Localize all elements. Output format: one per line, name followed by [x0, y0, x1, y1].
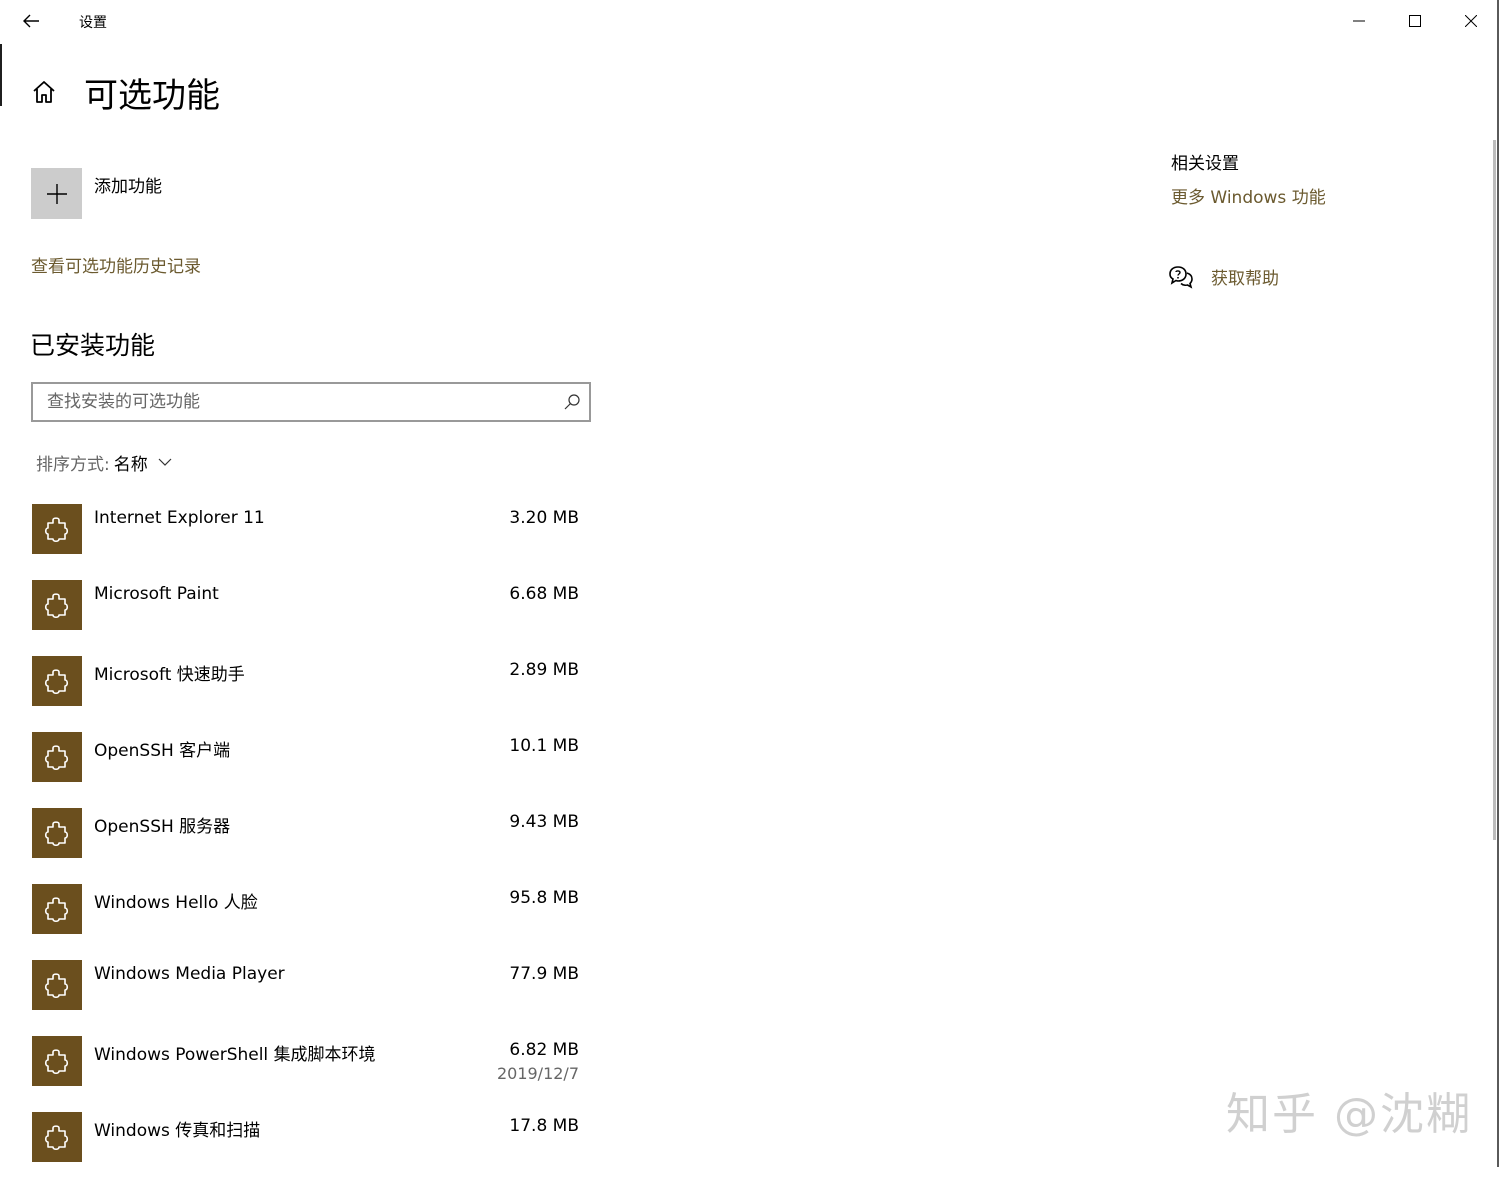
page-title: 可选功能 [84, 76, 220, 116]
feature-tile [32, 884, 82, 934]
feature-list-item[interactable]: Microsoft Paint 6.68 MB [31, 580, 591, 656]
puzzle-piece-icon [44, 517, 69, 543]
view-history-link[interactable]: 查看可选功能历史记录 [31, 252, 201, 277]
close-icon [1465, 15, 1477, 27]
search-input[interactable] [33, 384, 553, 420]
feature-size: 6.68 MB [509, 584, 579, 604]
feature-name: OpenSSH 客户端 [94, 741, 231, 761]
home-button[interactable] [30, 78, 58, 106]
feature-size: 10.1 MB [509, 736, 579, 756]
window-edge-divider [0, 44, 2, 106]
scrollbar[interactable] [1493, 140, 1496, 840]
get-help-label: 获取帮助 [1211, 269, 1279, 289]
maximize-icon [1409, 15, 1421, 27]
feature-list-item[interactable]: Microsoft 快速助手 2.89 MB [31, 656, 591, 732]
add-feature-button[interactable] [31, 168, 82, 219]
chevron-down-icon [158, 458, 172, 466]
feature-name: Windows Hello 人脸 [94, 893, 258, 913]
feature-tile [32, 808, 82, 858]
feature-list-item[interactable]: OpenSSH 客户端 10.1 MB [31, 732, 591, 808]
feature-name: Internet Explorer 11 [94, 508, 265, 528]
close-button[interactable] [1443, 0, 1499, 42]
feature-list-item[interactable]: Internet Explorer 11 3.20 MB [31, 504, 591, 580]
feature-tile [32, 960, 82, 1010]
feature-tile [32, 656, 82, 706]
puzzle-piece-icon [44, 1049, 69, 1075]
sort-value: 名称 [113, 455, 148, 475]
feature-name: Windows PowerShell 集成脚本环境 [94, 1045, 376, 1065]
window-title: 设置 [79, 15, 107, 31]
related-settings-heading: 相关设置 [1171, 154, 1239, 174]
feature-list-item[interactable]: OpenSSH 服务器 9.43 MB [31, 808, 591, 884]
title-bar: 设置 [0, 0, 1501, 44]
feature-size: 9.43 MB [509, 812, 579, 832]
puzzle-piece-icon [44, 897, 69, 923]
puzzle-piece-icon [44, 745, 69, 771]
puzzle-piece-icon [44, 593, 69, 619]
back-arrow-icon [23, 14, 39, 28]
plus-icon [46, 183, 67, 204]
feature-list-item[interactable]: Windows 传真和扫描 17.8 MB [31, 1112, 591, 1188]
feature-tile [32, 732, 82, 782]
feature-tile [32, 504, 82, 554]
minimize-icon [1353, 20, 1365, 22]
feature-list-item[interactable]: Windows Media Player 77.9 MB [31, 960, 591, 1036]
sort-dropdown[interactable]: 排序方式: 名称 [36, 450, 172, 475]
feature-name: Microsoft 快速助手 [94, 665, 245, 685]
help-chat-icon [1169, 265, 1193, 289]
installed-features-heading: 已安装功能 [30, 331, 156, 360]
installed-features-list: Internet Explorer 11 3.20 MB Microsoft P… [31, 504, 591, 1188]
minimize-button[interactable] [1331, 0, 1387, 42]
feature-name: Microsoft Paint [94, 584, 219, 604]
back-button[interactable] [14, 6, 48, 36]
puzzle-piece-icon [44, 821, 69, 847]
puzzle-piece-icon [44, 669, 69, 695]
window-right-border [1497, 0, 1499, 1167]
feature-date: 2019/12/7 [496, 1064, 579, 1083]
get-help-link[interactable]: 获取帮助 [1169, 264, 1279, 289]
feature-tile [32, 1036, 82, 1086]
feature-size: 77.9 MB [509, 964, 579, 984]
puzzle-piece-icon [44, 973, 69, 999]
feature-tile [32, 580, 82, 630]
search-box [31, 382, 591, 422]
feature-size: 6.82 MB [509, 1040, 579, 1060]
feature-name: Windows 传真和扫描 [94, 1121, 261, 1141]
more-windows-features-link[interactable]: 更多 Windows 功能 [1171, 183, 1326, 208]
feature-size: 3.20 MB [509, 508, 579, 528]
home-icon [33, 81, 55, 103]
puzzle-piece-icon [44, 1125, 69, 1151]
watermark: 知乎 @沈糊 [1226, 1089, 1472, 1140]
maximize-button[interactable] [1387, 0, 1443, 42]
feature-size: 17.8 MB [509, 1116, 579, 1136]
sort-label: 排序方式: [36, 455, 110, 475]
feature-size: 95.8 MB [509, 888, 579, 908]
feature-list-item[interactable]: Windows Hello 人脸 95.8 MB [31, 884, 591, 960]
feature-list-item[interactable]: Windows PowerShell 集成脚本环境 6.82 MB 2019/1… [31, 1036, 591, 1112]
feature-tile [32, 1112, 82, 1162]
feature-size: 2.89 MB [509, 660, 579, 680]
add-feature-label[interactable]: 添加功能 [94, 172, 162, 197]
feature-name: Windows Media Player [94, 964, 285, 984]
search-icon[interactable] [563, 393, 581, 411]
feature-name: OpenSSH 服务器 [94, 817, 231, 837]
